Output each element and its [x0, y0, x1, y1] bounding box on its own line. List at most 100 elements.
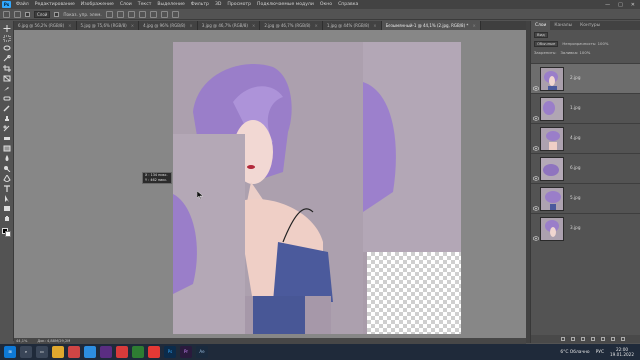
gradient-tool-icon[interactable] — [3, 145, 11, 152]
menu-edit[interactable]: Редактирование — [32, 0, 78, 9]
align-bottom-icon[interactable] — [160, 10, 168, 18]
marquee-tool-icon[interactable] — [3, 35, 11, 42]
menu-type[interactable]: Текст — [135, 0, 155, 9]
close-icon[interactable]: × — [472, 23, 475, 28]
align-center-icon[interactable] — [116, 10, 124, 18]
eye-icon[interactable] — [532, 166, 540, 181]
lasso-tool-icon[interactable] — [3, 45, 11, 52]
layer-row[interactable]: 1.jpg — [531, 93, 640, 123]
menu-layers[interactable]: Слои — [117, 0, 135, 9]
photoshop-taskbar-icon[interactable]: Ps — [164, 346, 176, 358]
tab-6-jpg[interactable]: 6.jpg @ 56,2% (RGB/8) × — [14, 21, 77, 30]
blur-tool-icon[interactable] — [3, 155, 11, 162]
history-brush-tool-icon[interactable] — [3, 125, 11, 132]
menu-select[interactable]: Выделение — [154, 0, 187, 9]
align-right-icon[interactable] — [127, 10, 135, 18]
home-icon[interactable] — [3, 10, 10, 18]
premiere-taskbar-icon[interactable]: Pr — [180, 346, 192, 358]
youtube-icon[interactable] — [148, 346, 160, 358]
close-icon[interactable]: × — [373, 23, 376, 28]
weather-label[interactable]: 6°C Облачно — [560, 350, 589, 355]
brush-tool-icon[interactable] — [3, 105, 11, 112]
align-middle-icon[interactable] — [149, 10, 157, 18]
menu-file[interactable]: Файл — [13, 0, 32, 9]
link-layers-icon[interactable] — [561, 337, 565, 341]
show-controls-checkbox[interactable] — [54, 11, 60, 17]
quick-select-tool-icon[interactable] — [3, 55, 11, 62]
move-tool-icon[interactable] — [3, 25, 11, 32]
crop-tool-icon[interactable] — [3, 65, 11, 72]
canvas-area[interactable]: Х : 134 пикс. Y : 462 пикс. — [14, 30, 526, 338]
browser-icon[interactable] — [68, 346, 80, 358]
layer-piece-right[interactable] — [363, 42, 461, 252]
menu-filter[interactable]: Фильтр — [188, 0, 212, 9]
menu-window[interactable]: Окно — [317, 0, 335, 9]
eye-icon[interactable] — [532, 196, 540, 211]
tab-4-jpg[interactable]: 4.jpg @ 96% (RGB/8) × — [139, 21, 198, 30]
eyedropper-tool-icon[interactable] — [3, 85, 11, 92]
menu-plugins[interactable]: Подключаемые модули — [254, 0, 317, 9]
type-tool-icon[interactable] — [3, 185, 11, 192]
minimize-button[interactable]: — — [605, 2, 610, 8]
close-button[interactable]: ✕ — [631, 2, 635, 8]
tab-2-jpg[interactable]: 2.jpg @ 46,7% (RGB/8) × — [260, 21, 323, 30]
layer-piece-middle[interactable] — [173, 134, 245, 334]
auto-select-checkbox[interactable] — [25, 11, 30, 17]
pen-tool-icon[interactable] — [3, 175, 11, 182]
frame-tool-icon[interactable] — [3, 75, 11, 82]
dodge-tool-icon[interactable] — [3, 165, 11, 172]
tab-1-jpg[interactable]: 1.jpg @ 44% (RGB/8) × — [322, 21, 382, 30]
layer-row[interactable]: 5.jpg — [531, 183, 640, 213]
menu-help[interactable]: Справка — [335, 0, 361, 9]
language-indicator[interactable]: РУС — [596, 350, 604, 355]
tab-paths[interactable]: Контуры — [576, 21, 604, 30]
add-mask-icon[interactable] — [581, 337, 585, 341]
document-canvas[interactable] — [173, 42, 461, 334]
tab-channels[interactable]: Каналы — [550, 21, 576, 30]
path-select-tool-icon[interactable] — [3, 195, 11, 202]
start-icon[interactable]: ⊞ — [4, 346, 16, 358]
layer-piece-bottom[interactable] — [245, 296, 331, 334]
acrobat-icon[interactable] — [116, 346, 128, 358]
eye-icon[interactable] — [532, 76, 540, 91]
zoom-level[interactable]: 44,1% — [16, 339, 27, 343]
eye-icon[interactable] — [532, 226, 540, 241]
close-icon[interactable]: × — [189, 23, 192, 28]
clone-stamp-tool-icon[interactable] — [3, 115, 11, 122]
new-layer-icon[interactable] — [611, 337, 615, 341]
new-group-icon[interactable] — [601, 337, 605, 341]
more-options-icon[interactable] — [171, 10, 179, 18]
layer-filter-select[interactable]: Вид — [534, 31, 548, 38]
aftereffects-taskbar-icon[interactable]: Ae — [196, 346, 208, 358]
tab-3-jpg[interactable]: 3.jpg @ 46,7% (RGB/8) × — [197, 21, 261, 30]
layer-row[interactable]: 4.jpg — [531, 123, 640, 153]
tab-5-jpg[interactable]: 5.jpg @ 75,6% (RGB/8) × — [76, 21, 140, 30]
search-icon[interactable]: ⌕ — [20, 346, 32, 358]
layer-style-icon[interactable] — [571, 337, 575, 341]
close-icon[interactable]: × — [252, 23, 255, 28]
opacity-label[interactable]: Непрозрачность: 100% — [562, 41, 608, 46]
menu-image[interactable]: Изображение — [78, 0, 117, 9]
healing-brush-tool-icon[interactable] — [3, 95, 11, 102]
eye-icon[interactable] — [532, 136, 540, 151]
close-icon[interactable]: × — [131, 23, 134, 28]
move-tool-preset-icon[interactable] — [14, 10, 21, 18]
explorer-icon[interactable] — [52, 346, 64, 358]
delete-layer-icon[interactable] — [621, 337, 625, 341]
eye-icon[interactable] — [532, 106, 540, 121]
clock[interactable]: 22:00 19.01.2022 — [610, 347, 634, 357]
app-icon[interactable] — [132, 346, 144, 358]
layer-row[interactable]: 6.jpg — [531, 153, 640, 183]
align-top-icon[interactable] — [138, 10, 146, 18]
close-icon[interactable]: × — [314, 23, 317, 28]
maximize-button[interactable]: □ — [618, 2, 623, 8]
app-icon[interactable] — [100, 346, 112, 358]
tab-untitled-1[interactable]: Безымянный-1 @ 44,1% (2.jpg, RGB/8) * × — [381, 21, 481, 30]
align-left-icon[interactable] — [105, 10, 113, 18]
menu-view[interactable]: Просмотр — [224, 0, 254, 9]
auto-select-dropdown[interactable]: Слой — [34, 10, 51, 18]
close-icon[interactable]: × — [68, 23, 71, 28]
layer-row[interactable]: 3.jpg — [531, 213, 640, 243]
layer-row[interactable]: 2.jpg — [531, 63, 640, 93]
rectangle-tool-icon[interactable] — [3, 205, 11, 212]
